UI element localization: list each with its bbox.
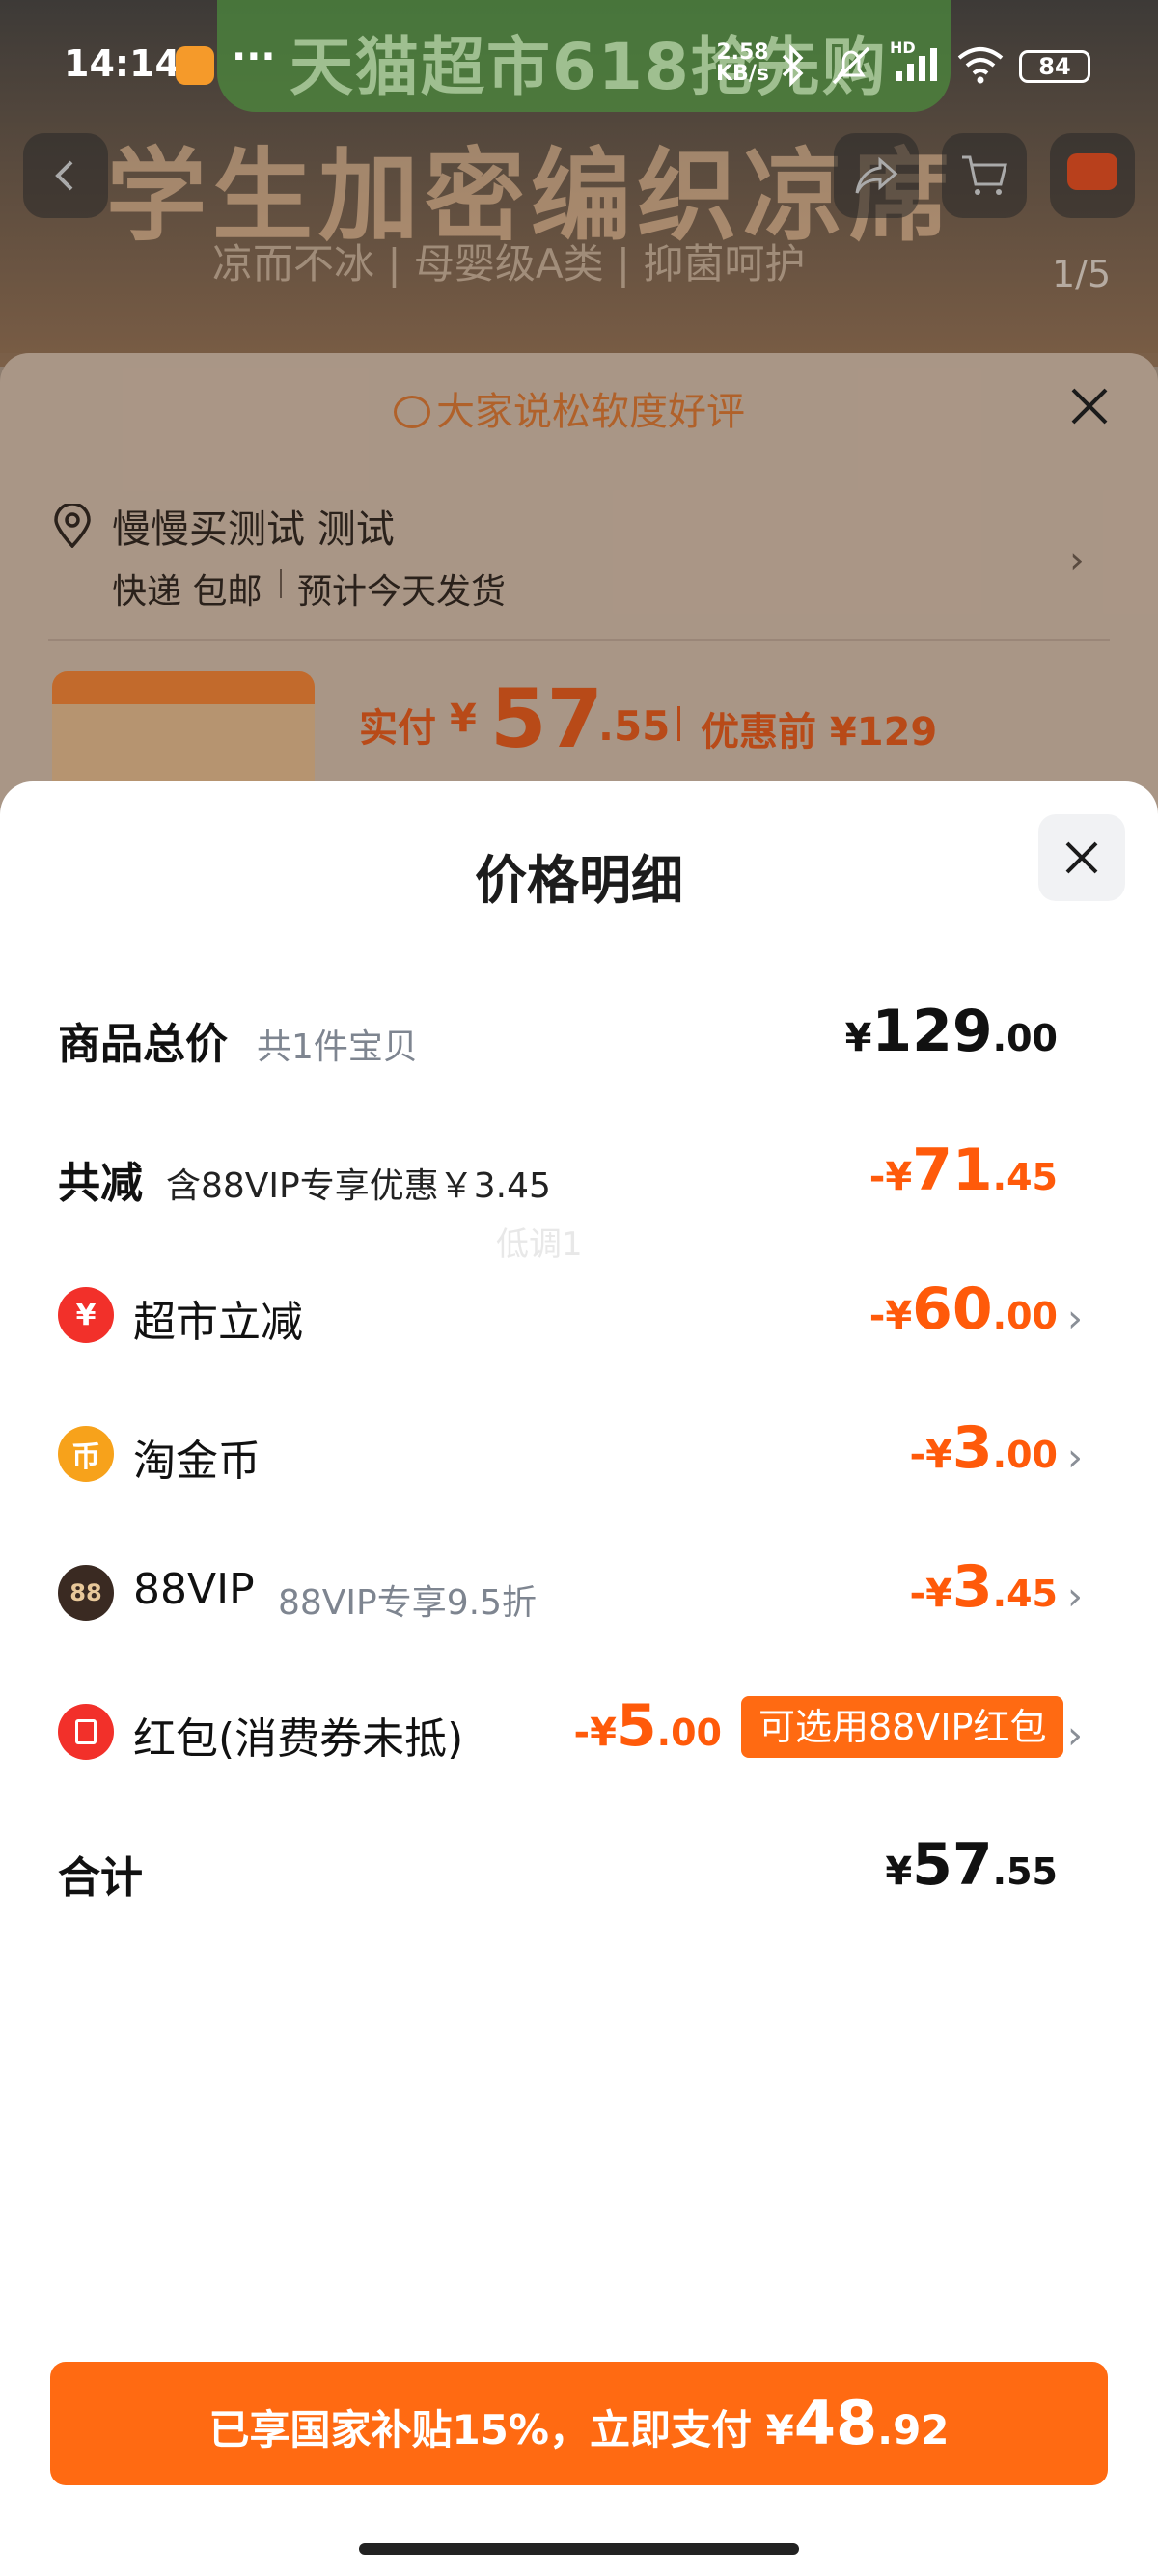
cart-button[interactable] <box>942 133 1027 218</box>
chevron-right-icon: › <box>1067 1713 1083 1758</box>
mute-icon <box>832 46 870 85</box>
shipping-eta: 预计今天发货 <box>297 572 507 612</box>
status-bar: 14:14 ··· 2.58 KB/s HD 84 <box>0 0 1158 112</box>
discount-amount: -¥3.00 <box>909 1414 1058 1482</box>
address-name[interactable]: 慢慢买测试 测试 <box>112 498 395 554</box>
price-detail-sheet: 价格明细 低调1 商品总价 共1件宝贝 ¥129.00 共减 含88VIP专享优… <box>0 781 1158 2576</box>
actual-pay-label: 实付 <box>359 706 436 751</box>
bluetooth-icon <box>782 44 804 87</box>
actual-pay-decimal: .55 <box>598 702 671 750</box>
red-envelope-icon <box>58 1704 114 1760</box>
close-icon[interactable] <box>1065 382 1114 430</box>
discount-amount: -¥3.45 <box>909 1553 1058 1621</box>
chevron-right-icon: › <box>1067 1436 1083 1480</box>
discount-label: 88VIP <box>133 1565 255 1614</box>
chevron-right-icon[interactable]: › <box>1069 538 1085 583</box>
discount-amount: -¥60.00 <box>868 1275 1058 1343</box>
vip-discount-detail: 88VIP专享9.5折 <box>278 1583 538 1623</box>
sheet-title: 价格明细 <box>475 850 683 911</box>
vip-88-icon: 88 <box>58 1565 114 1621</box>
review-hint-text: 大家说松软度好评 <box>436 390 745 434</box>
vip-discount-note: 含88VIP专享优惠￥3.45 <box>166 1166 551 1206</box>
back-arrow-icon <box>55 160 73 191</box>
signal-icon <box>896 48 937 81</box>
battery-indicator: 84 <box>1019 50 1090 83</box>
vip-red-envelope-tag[interactable]: 可选用88VIP红包 <box>741 1696 1064 1758</box>
goods-count: 共1件宝贝 <box>257 1028 418 1067</box>
vip-discount-row[interactable]: 88 88VIP 88VIP专享9.5折 -¥3.45 › <box>0 1548 1158 1644</box>
back-button[interactable] <box>23 133 108 218</box>
yuan-coupon-icon: ¥ <box>58 1287 114 1343</box>
home-indicator[interactable] <box>359 2543 799 2555</box>
red-envelope-row[interactable]: 红包(消费券未抵) -¥5.00 可选用88VIP红包 › <box>0 1686 1158 1783</box>
chevron-right-icon: › <box>1067 1297 1083 1341</box>
discount-amount: -¥5.00 <box>573 1692 722 1760</box>
cart-icon <box>962 155 1007 195</box>
divider <box>677 706 680 741</box>
shipping-method: 快递 包邮 <box>112 572 262 612</box>
sum-amount: ¥57.55 <box>885 1831 1058 1899</box>
divider <box>48 639 1110 641</box>
discount-label: 淘金币 <box>133 1437 261 1486</box>
taojinbi-row[interactable]: 币 淘金币 -¥3.00 › <box>0 1409 1158 1505</box>
wifi-icon <box>957 47 1004 84</box>
order-summary-sheet: 大家说松软度好评 慢慢买测试 测试 快递 包邮 预计今天发货 › 实付 ¥ 57… <box>0 353 1158 836</box>
discount-label: 红包(消费券未抵) <box>133 1714 464 1764</box>
message-button[interactable] <box>1050 133 1135 218</box>
total-discount-row: 共减 含88VIP专享优惠￥3.45 -¥71.45 <box>0 1131 1158 1227</box>
network-speed-unit: KB/s <box>716 62 769 86</box>
pay-now-button[interactable]: 已享国家补贴15%，立即支付 ¥48.92 <box>50 2362 1108 2485</box>
discount-label: 超市立减 <box>133 1298 303 1347</box>
close-button[interactable] <box>1038 814 1125 901</box>
close-icon <box>1065 841 1098 874</box>
divider <box>280 569 282 598</box>
share-button[interactable] <box>834 133 919 218</box>
chevron-right-icon: › <box>1067 1575 1083 1619</box>
supermarket-discount-row[interactable]: ¥ 超市立减 -¥60.00 › <box>0 1270 1158 1366</box>
sum-row: 合计 ¥57.55 <box>0 1825 1158 1922</box>
more-notifications-indicator: ··· <box>232 35 276 79</box>
chat-bubble-icon <box>394 396 430 428</box>
actual-pay-integer: 57 <box>490 671 603 766</box>
total-discount-amount: -¥71.45 <box>868 1137 1058 1204</box>
message-icon <box>1067 153 1117 190</box>
goods-total-row: 商品总价 共1件宝贝 ¥129.00 <box>0 992 1158 1088</box>
status-time: 14:14 <box>64 42 180 85</box>
price-before-discount: 优惠前 ¥129 <box>701 710 938 754</box>
sum-label: 合计 <box>58 1853 143 1903</box>
total-discount-label: 共减 <box>58 1159 143 1208</box>
gold-coin-icon: 币 <box>58 1426 114 1482</box>
review-hint: 大家说松软度好评 <box>394 380 745 436</box>
actual-pay-currency: ¥ <box>450 697 477 741</box>
network-speed: 2.58 KB/s <box>716 42 769 85</box>
app-notification-icon <box>176 46 214 85</box>
network-speed-value: 2.58 <box>716 41 769 65</box>
hero-subtitle: 凉而不冰 | 母婴级A类 | 抑菌呵护 <box>212 240 806 288</box>
share-icon <box>855 156 898 194</box>
location-pin-icon <box>54 504 91 548</box>
goods-total-label: 商品总价 <box>58 1020 228 1069</box>
image-counter: 1/5 <box>1052 253 1112 295</box>
goods-total-amount: ¥129.00 <box>844 998 1058 1065</box>
